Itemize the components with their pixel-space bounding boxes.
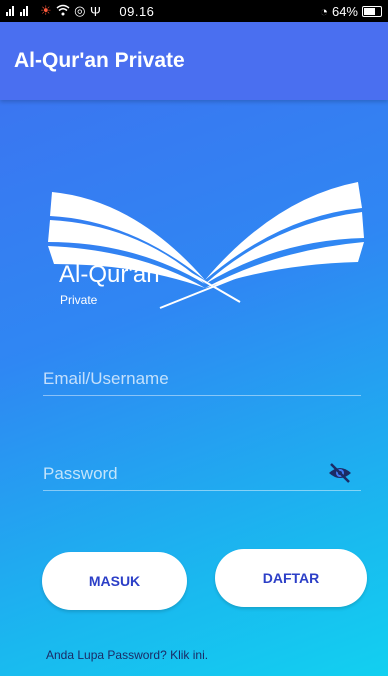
- password-field: [43, 457, 361, 491]
- login-button[interactable]: MASUK: [42, 552, 187, 610]
- alarm-icon: ☀: [40, 3, 53, 18]
- logo-title: Al-Qur'an: [59, 261, 160, 288]
- password-input[interactable]: [43, 457, 361, 490]
- battery-icon: [362, 5, 382, 17]
- status-bar: ☀ ◎ Ψ 09.16 ◔ 64%: [0, 0, 388, 22]
- location-icon: ◎: [74, 3, 86, 18]
- signal-icon: [6, 4, 36, 19]
- usb-icon: Ψ: [90, 3, 102, 19]
- battery-percent: 64%: [331, 3, 358, 19]
- status-icons-right: ◔ 64%: [320, 4, 382, 19]
- app-title: Al-Qur'an Private: [14, 49, 185, 72]
- eye-off-icon[interactable]: [327, 462, 353, 484]
- status-time: 09.16: [119, 3, 155, 19]
- email-input[interactable]: [43, 362, 361, 395]
- sync-icon: ◔: [320, 3, 328, 19]
- status-icons-left: ☀ ◎ Ψ 09.16: [6, 3, 154, 19]
- forgot-password-link[interactable]: Anda Lupa Password? Klik ini.: [46, 648, 208, 662]
- app-bar: Al-Qur'an Private: [0, 22, 388, 100]
- email-field: [43, 362, 361, 396]
- register-button[interactable]: DAFTAR: [215, 549, 367, 607]
- wifi-icon: [56, 4, 70, 19]
- logo-subtitle: Private: [60, 293, 98, 307]
- login-screen: ☀ ◎ Ψ 09.16 ◔ 64% Al-Qur'an Private Al-Q…: [0, 0, 388, 676]
